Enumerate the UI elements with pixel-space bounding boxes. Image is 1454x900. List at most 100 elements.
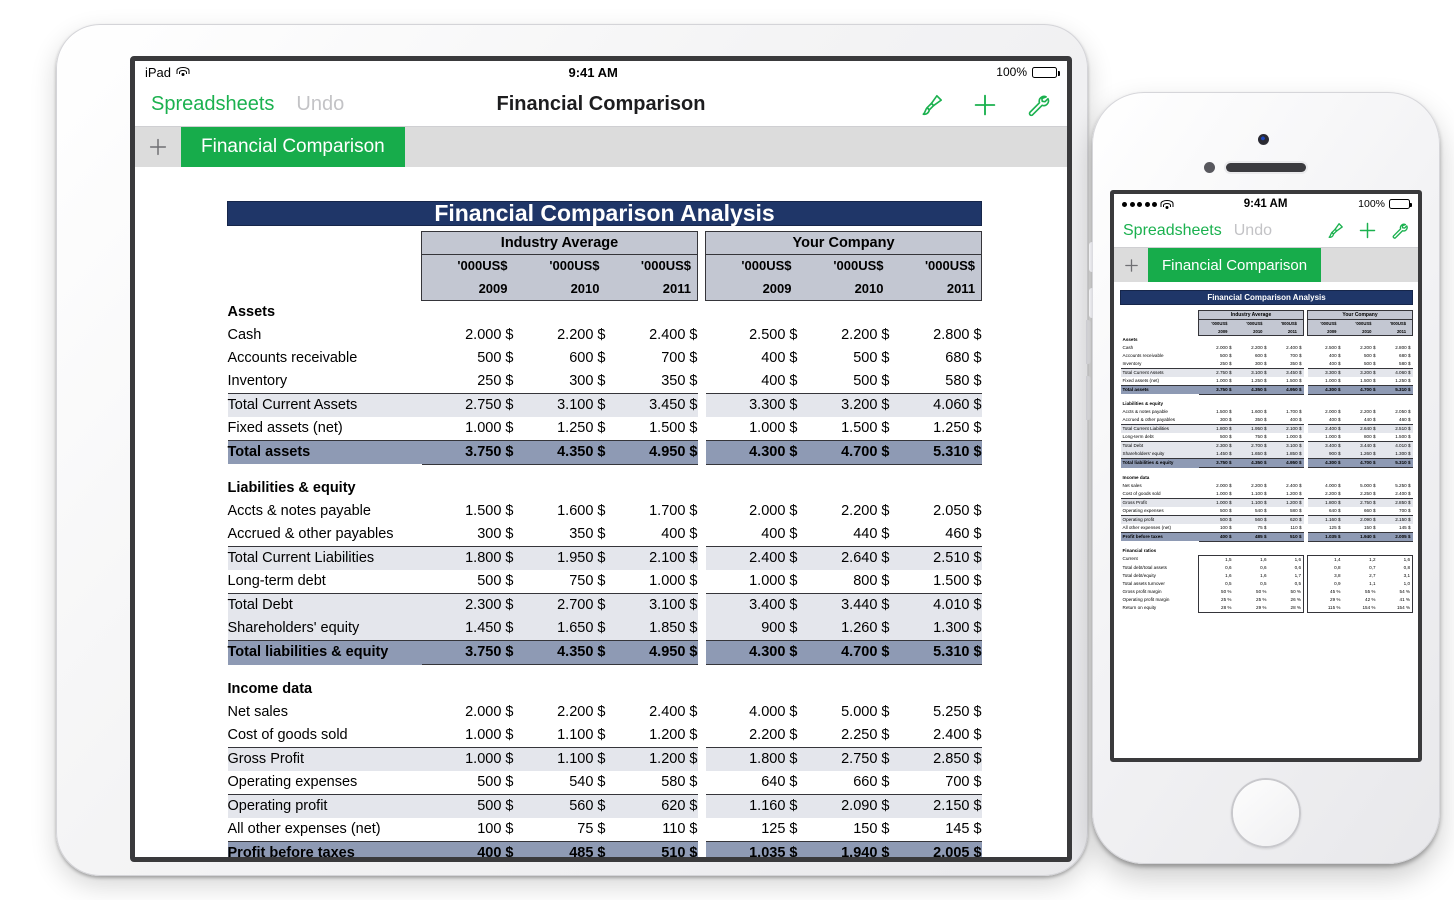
cell-industry-2009: 1.000 $	[1216, 490, 1232, 496]
cell-company-2011: 1.500 $	[933, 573, 982, 589]
empty-cell	[706, 477, 798, 500]
status-clock: 9:41 AM	[1243, 198, 1288, 210]
column-gap	[697, 747, 706, 771]
row-label: Profit before taxes	[227, 840, 422, 857]
cell-industry-2009: 3.750 $	[421, 439, 514, 465]
cell-company-2011: 0,8	[1377, 563, 1414, 572]
cell-company-2011: 1.250 $	[1395, 377, 1411, 383]
cell-industry-2011: 700 $	[1290, 352, 1302, 358]
cell-industry-2011: 1.850 $	[605, 617, 698, 641]
column-gap	[697, 277, 706, 301]
undo-button[interactable]: Undo	[1234, 222, 1272, 240]
cell-industry-2010: 485 $	[1233, 531, 1269, 542]
table-row: All other expenses (net) 100 $ 75 $ 110 $ 12…	[1121, 523, 1413, 532]
iphone-volume-up-button[interactable]	[1089, 242, 1093, 272]
add-sheet-button[interactable]	[135, 127, 181, 167]
cell-industry-2011: 26 %	[1268, 595, 1304, 604]
cell-company-2010: 1.260 $	[1342, 450, 1378, 459]
battery-percent-label: 100%	[1358, 198, 1385, 210]
cell-industry-2010: 0,5	[1260, 580, 1267, 586]
cell-company-2011: 3,1	[1377, 571, 1414, 580]
cell-company-2010: 150 $	[1364, 524, 1376, 530]
format-brush-icon[interactable]	[1326, 221, 1345, 240]
column-gap	[697, 300, 706, 324]
cell-company-2011: 5.310 $	[889, 439, 982, 465]
cell-company-2009: 2.000 $	[1325, 409, 1341, 414]
table-row: Total liabilities & equity 3.750 $4.350 $…	[1120, 458, 1413, 468]
add-icon[interactable]	[1357, 220, 1378, 241]
format-brush-icon[interactable]	[919, 92, 945, 118]
section-heading-row: Financial ratios	[1121, 547, 1413, 555]
column-gap	[697, 440, 706, 464]
cell-industry-2009: 1.450 $	[1198, 450, 1234, 459]
cell-industry-2011: 350 $	[661, 372, 698, 389]
cell-industry-2010: 2.200 $	[557, 703, 606, 720]
row-label: Return on equity	[1122, 604, 1157, 610]
unit-label: '000US$	[1307, 319, 1343, 328]
cell-company-2009: 4.000 $	[749, 703, 798, 720]
column-gap	[697, 500, 706, 523]
column-gap	[697, 254, 706, 278]
cell-industry-2009: 3.750 $	[1198, 458, 1234, 468]
cell-company-2010: 3.440 $	[797, 593, 890, 617]
empty-cell	[1199, 336, 1234, 344]
year-label: 2009	[1198, 327, 1234, 336]
row-label: Long-term debt	[1122, 434, 1154, 439]
cell-industry-2010: 2.200 $	[1251, 482, 1267, 488]
cell-company-2010: 3.200 $	[1342, 367, 1378, 377]
table-row: Total Current Assets 2.750 $3.100 $3.450 …	[227, 392, 982, 417]
cell-industry-2010: 750 $	[1255, 434, 1267, 439]
row-label-blank	[1121, 311, 1199, 320]
table-body: Financial Comparison Analysis Industry Av…	[226, 201, 983, 857]
add-icon[interactable]	[971, 91, 999, 119]
add-sheet-button[interactable]	[1114, 248, 1148, 282]
wifi-icon	[176, 66, 190, 78]
cell-company-2010: 2.090 $	[797, 793, 890, 818]
table-row: Operating expenses 500 $ 540 $ 580 $ 640 $ 66…	[1121, 506, 1413, 515]
back-to-spreadsheets-button[interactable]: Spreadsheets	[1123, 222, 1222, 240]
year-label: 2010	[1233, 327, 1269, 336]
back-to-spreadsheets-button[interactable]: Spreadsheets	[151, 93, 274, 116]
table-row: Operating profit 500 $560 $620 $1.160 $2.…	[1120, 514, 1413, 524]
cell-company-2011: 4.010 $	[1377, 441, 1413, 450]
cell-company-2010: 1.500 $	[841, 419, 890, 436]
row-label: Profit before taxes	[1120, 531, 1199, 541]
cell-company-2009: 2.200 $	[749, 726, 798, 743]
cell-industry-2010: 540 $	[569, 773, 606, 790]
cell-industry-2010: 3.100 $	[1233, 367, 1269, 377]
financial-comparison-table[interactable]: Financial Comparison Analysis Industry Av…	[1119, 290, 1414, 613]
cell-industry-2011: 1.500 $	[1286, 377, 1302, 383]
iphone-volume-down-button[interactable]	[1089, 288, 1093, 318]
tools-wrench-icon[interactable]	[1025, 92, 1051, 118]
iphone-ambient-sensor-icon	[1204, 162, 1215, 173]
year-label: 2011	[889, 277, 983, 301]
cell-industry-2009: 2.300 $	[1198, 441, 1234, 450]
table-row: Total Current Liabilities 1.800 $1.950 $2…	[227, 546, 982, 570]
year-label: 2009	[1307, 327, 1343, 336]
iphone-home-button[interactable]	[1231, 778, 1301, 848]
year-label: 2009	[421, 277, 514, 301]
cell-company-2011: 145 $	[945, 820, 982, 837]
cell-industry-2009: 250 $	[477, 372, 514, 389]
cell-company-2009: 4.300 $	[1307, 458, 1343, 468]
tools-wrench-icon[interactable]	[1390, 221, 1409, 240]
cell-company-2009: 3.300 $	[705, 392, 798, 417]
iphone-front-camera-icon	[1258, 134, 1269, 145]
unit-label: '000US$	[605, 254, 698, 278]
ipad-volume-down-button[interactable]	[1086, 376, 1091, 420]
row-label: Operating expenses	[1122, 507, 1164, 513]
column-gap	[697, 346, 706, 370]
iphone-sheet-canvas[interactable]: Financial Comparison Analysis Industry Av…	[1114, 282, 1418, 758]
table-row: Cost of goods sold 1.000 $ 1.100 $ 1.200 $ 2…	[228, 723, 982, 747]
sheet-tab-financial-comparison[interactable]: Financial Comparison	[1148, 248, 1322, 282]
ipad-sheet-tab-bar: Financial Comparison	[135, 127, 1067, 167]
ipad-volume-up-button[interactable]	[1086, 320, 1091, 364]
sheet-tab-label: Financial Comparison	[1162, 256, 1308, 274]
empty-cell	[1343, 547, 1378, 555]
empty-cell	[422, 678, 514, 701]
cell-company-2011: 2.510 $	[889, 546, 982, 570]
sheet-tab-financial-comparison[interactable]: Financial Comparison	[181, 127, 405, 167]
undo-button[interactable]: Undo	[296, 93, 344, 116]
financial-comparison-table[interactable]: Financial Comparison Analysis Industry Av…	[226, 201, 983, 857]
ipad-sheet-canvas[interactable]: Financial Comparison Analysis Industry Av…	[135, 167, 1067, 857]
